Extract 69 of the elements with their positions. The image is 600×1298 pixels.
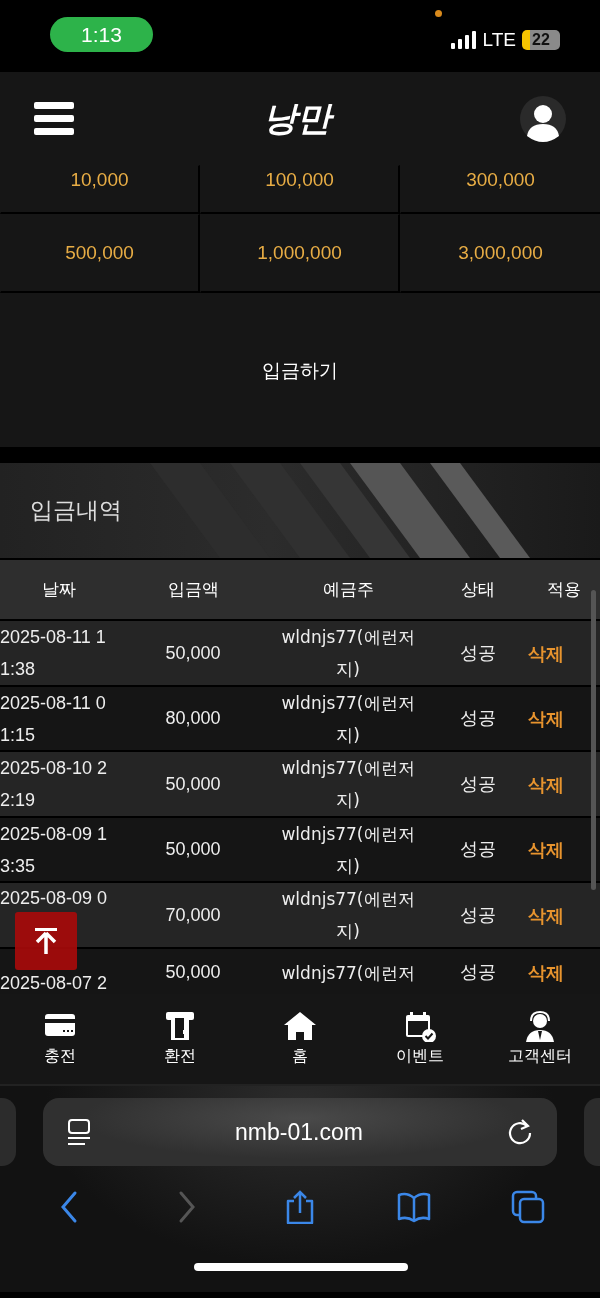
amount-cell-text: 50,000 bbox=[164, 838, 222, 861]
nav-item[interactable]: 홈 bbox=[240, 994, 360, 1084]
status-cell-text: 성공 bbox=[459, 961, 497, 984]
delete-link[interactable]: 삭제 bbox=[528, 705, 600, 732]
nav-item[interactable]: 고객센터 bbox=[480, 994, 600, 1084]
depositor-cell-text: wldnjs77(에런저 bbox=[280, 961, 416, 985]
amount-option[interactable]: 10,000 bbox=[0, 165, 200, 214]
nav-label: 환전 bbox=[164, 1045, 196, 1067]
tabs-icon[interactable] bbox=[511, 1190, 545, 1224]
status-cell-text: 성공 bbox=[459, 903, 497, 927]
status-cell-text: 성공 bbox=[459, 707, 497, 730]
address-bar[interactable]: nmb-01.com bbox=[43, 1098, 557, 1166]
amount-option[interactable]: 100,000 bbox=[200, 165, 400, 214]
date-cell-text: 2025-08-11 11:38 bbox=[0, 626, 107, 681]
reload-icon[interactable] bbox=[507, 1119, 533, 1145]
section-title: 입금내역 bbox=[30, 496, 122, 526]
delete-link[interactable]: 삭제 bbox=[528, 836, 600, 863]
amount-cell-text: 50,000 bbox=[164, 641, 222, 665]
date-cell-text: 2025-08-09 0 bbox=[0, 887, 108, 910]
arrow-to-top-icon bbox=[35, 928, 57, 954]
date-cell-text: 2025-08-09 13:35 bbox=[0, 822, 108, 878]
atm-icon bbox=[163, 1010, 197, 1042]
nav-item[interactable]: 환전 bbox=[120, 994, 240, 1084]
nav-label: 홈 bbox=[292, 1045, 308, 1067]
amount-cell-text: 70,000 bbox=[164, 903, 222, 927]
column-header: 적용 bbox=[546, 577, 582, 601]
column-header: 입금액 bbox=[166, 577, 220, 601]
scroll-top-button[interactable] bbox=[15, 912, 77, 970]
url-text: nmb-01.com bbox=[235, 1117, 363, 1147]
column-header: 날짜 bbox=[41, 577, 77, 601]
column-header: 예금주 bbox=[321, 577, 375, 601]
menu-button[interactable] bbox=[34, 101, 74, 136]
column-header: 상태 bbox=[460, 577, 496, 601]
network-label: LTE bbox=[482, 28, 516, 52]
depositor-cell-text: wldnjs77(에런저지) bbox=[280, 757, 416, 812]
nav-label: 충전 bbox=[44, 1045, 76, 1067]
nav-item[interactable]: 이벤트 bbox=[360, 994, 480, 1084]
depositor-cell-text: wldnjs77(에런저지) bbox=[280, 626, 416, 681]
delete-link[interactable]: 삭제 bbox=[528, 639, 600, 667]
amount-cell-text: 80,000 bbox=[164, 707, 222, 730]
calendar-check-icon bbox=[403, 1010, 437, 1042]
delete-link[interactable]: 삭제 bbox=[528, 901, 600, 929]
date-cell-text: 2025-08-10 22:19 bbox=[0, 757, 108, 812]
status-cell-text: 성공 bbox=[459, 772, 497, 796]
depositor-cell-text: wldnjs77(에런저지) bbox=[280, 888, 416, 943]
nav-item[interactable]: 충전 bbox=[0, 994, 120, 1084]
delete-link[interactable]: 삭제 bbox=[528, 959, 600, 986]
profile-button[interactable] bbox=[520, 95, 566, 142]
delete-link[interactable]: 삭제 bbox=[528, 770, 600, 798]
status-cell-text: 성공 bbox=[459, 838, 497, 861]
amount-cell-text: 50,000 bbox=[164, 772, 222, 796]
home-icon bbox=[283, 1010, 317, 1042]
reader-icon[interactable] bbox=[67, 1118, 91, 1146]
date-cell-text: 2025-08-07 2 bbox=[0, 971, 108, 994]
nav-label: 고객센터 bbox=[508, 1045, 572, 1067]
depositor-cell-text: wldnjs77(에런저지) bbox=[280, 691, 416, 747]
headset-person-icon bbox=[523, 1010, 557, 1042]
privacy-dot bbox=[435, 10, 442, 17]
deposit-button[interactable]: 입금하기 bbox=[242, 347, 358, 393]
nav-label: 이벤트 bbox=[396, 1045, 444, 1067]
amount-cell-text: 50,000 bbox=[164, 961, 222, 984]
signal-icon bbox=[450, 31, 477, 50]
status-cell-text: 성공 bbox=[459, 641, 497, 665]
depositor-cell-text: wldnjs77(에런저지) bbox=[280, 822, 416, 878]
book-icon[interactable] bbox=[397, 1190, 431, 1224]
amount-option[interactable]: 300,000 bbox=[400, 165, 600, 214]
date-cell-text: 2025-08-11 01:15 bbox=[0, 691, 107, 747]
status-time: 1:13 bbox=[50, 17, 153, 52]
battery-level: 22 bbox=[522, 30, 560, 51]
